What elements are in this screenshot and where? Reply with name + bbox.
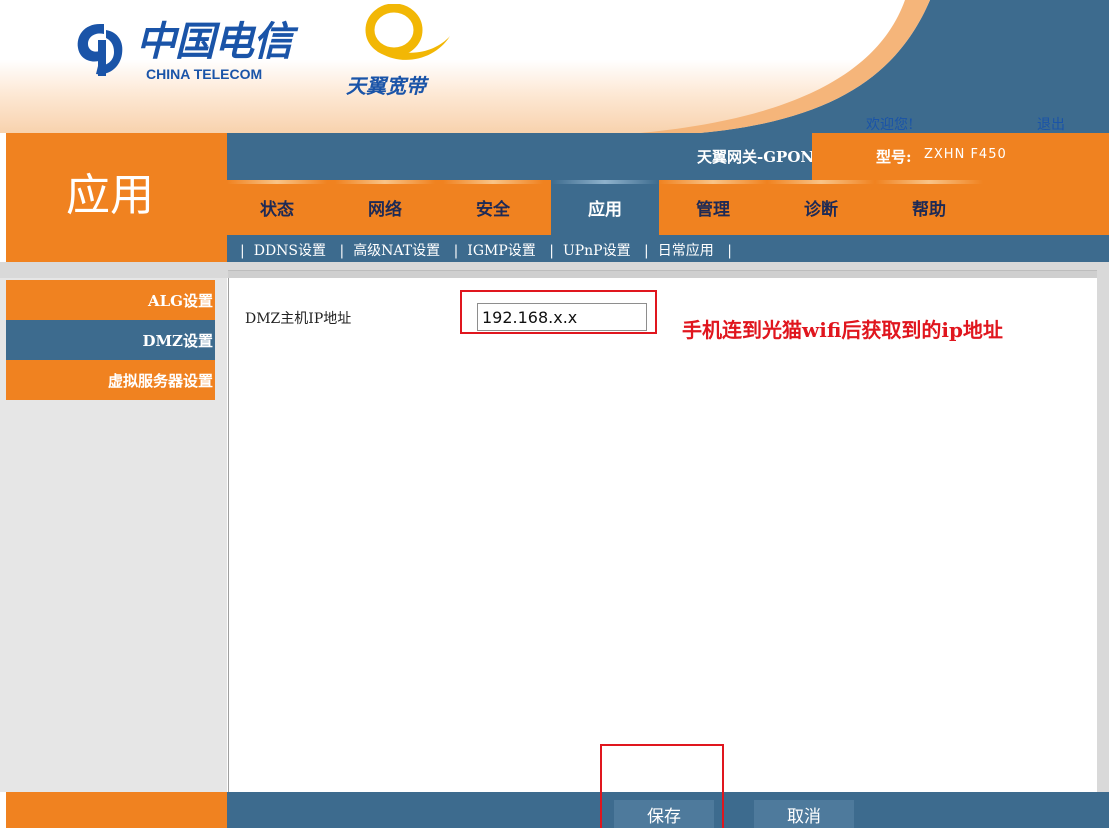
tianyi-swirl-icon: [365, 3, 450, 60]
subnav-separator: |: [644, 243, 649, 259]
brand-text: 天翼宽带: [346, 74, 426, 98]
model-value: ZXHN F450: [924, 147, 1007, 162]
logo-en-text: CHINA TELECOM: [146, 66, 263, 82]
header: 中国电信 CHINA TELECOM 天翼宽带 欢迎您! 退出: [0, 0, 1109, 133]
tab-diagnostics[interactable]: 诊断: [767, 180, 875, 235]
subnav-separator: |: [453, 243, 459, 259]
subnav-separator: |: [339, 243, 345, 259]
tab-help[interactable]: 帮助: [875, 180, 983, 235]
subnav-upnp[interactable]: UPnP设置: [563, 243, 631, 259]
content-panel: [228, 278, 1098, 792]
model-label: 型号:: [876, 148, 912, 166]
dmz-host-ip-label: DMZ主机IP地址: [245, 311, 352, 327]
tab-security[interactable]: 安全: [443, 180, 543, 235]
tianyi-broadband-logo: 天翼宽带: [346, 3, 456, 98]
tab-application[interactable]: 应用: [551, 180, 659, 235]
subnav-daily-apps[interactable]: 日常应用: [658, 243, 714, 259]
welcome-text: 欢迎您!: [866, 117, 914, 133]
china-telecom-mark-icon: [77, 24, 123, 76]
cancel-button[interactable]: 取消: [754, 800, 854, 828]
logo-cn-text: 中国电信: [136, 18, 293, 65]
tab-status[interactable]: 状态: [227, 180, 327, 235]
dmz-host-ip-input[interactable]: [477, 303, 647, 331]
right-edge: [1097, 270, 1109, 792]
subnav-ddns[interactable]: DDNS设置: [254, 243, 326, 259]
subnav-separator: |: [549, 243, 554, 259]
annotation-text: 手机连到光猫wifi后获取到的ip地址: [682, 318, 1003, 342]
logout-link[interactable]: 退出: [1037, 114, 1065, 133]
tab-network[interactable]: 网络: [335, 180, 435, 235]
section-title: 应用: [66, 170, 154, 221]
sidebar-item-dmz[interactable]: DMZ设置: [6, 320, 215, 360]
subnav-separator: |: [727, 243, 732, 259]
subnav-separator: |: [240, 243, 245, 259]
gateway-name: 天翼网关-GPON: [697, 148, 815, 166]
china-telecom-logo: 中国电信 CHINA TELECOM: [72, 18, 312, 90]
save-button[interactable]: 保存: [614, 800, 714, 828]
footer-left-block: [6, 792, 227, 828]
sidebar-item-alg[interactable]: ALG设置: [6, 280, 215, 320]
sidebar-item-virtual-server[interactable]: 虚拟服务器设置: [6, 360, 215, 400]
sub-navigation: | DDNS设置 | 高级NAT设置 | IGMP设置 | UPnP设置 | 日常应用 |: [227, 235, 1109, 262]
subnav-igmp[interactable]: IGMP设置: [467, 243, 535, 259]
subnav-advanced-nat[interactable]: 高级NAT设置: [353, 243, 440, 259]
tab-management[interactable]: 管理: [659, 180, 767, 235]
